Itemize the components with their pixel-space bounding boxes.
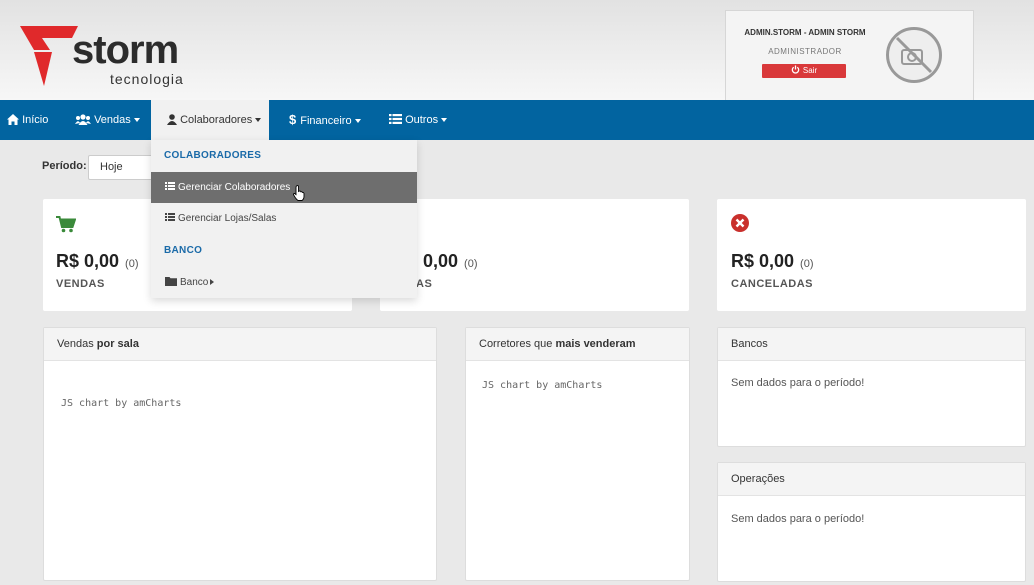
no-camera-icon <box>895 36 933 74</box>
empty-message: Sem dados para o período! <box>731 513 865 525</box>
panel-title-prefix: Vendas <box>57 338 97 350</box>
amcharts-credit-link[interactable]: JS chart by amCharts <box>61 398 181 409</box>
cart-icon <box>56 216 76 233</box>
stat-value: 0,00 (0) <box>423 251 478 272</box>
panel-title: Corretores que mais venderam <box>466 328 689 361</box>
panel-operations: Operações Sem dados para o período! <box>717 462 1026 582</box>
nav-financeiro[interactable]: $ Financeiro <box>289 100 361 140</box>
menu-item-gerenciar-lojas[interactable]: Gerenciar Lojas/Salas <box>151 203 417 234</box>
nav-vendas[interactable]: Vendas <box>75 100 140 140</box>
brand-name: storm <box>72 28 179 72</box>
stat-count: (0) <box>800 258 814 270</box>
period-label: Período: <box>42 160 87 172</box>
nav-vendas-label: Vendas <box>94 114 131 126</box>
menu-item-label: Gerenciar Colaboradores <box>178 182 291 193</box>
user-name: ADMIN.STORM - ADMIN STORM <box>744 28 866 37</box>
nav-colaboradores-label: Colaboradores <box>180 114 253 126</box>
empty-message: Sem dados para o período! <box>731 377 865 389</box>
hand-cursor-icon <box>293 185 305 201</box>
nav-colaboradores[interactable]: Colaboradores <box>151 100 269 140</box>
amcharts-credit-link[interactable]: JS chart by amCharts <box>482 380 602 391</box>
panel-title-bold: por sala <box>96 338 139 350</box>
menu-item-label: Banco <box>180 277 209 288</box>
avatar[interactable] <box>886 27 942 83</box>
panel-title-prefix: Corretores que <box>479 338 556 350</box>
home-icon <box>7 113 19 125</box>
nav-outros-label: Outros <box>405 114 439 126</box>
user-box: ADMIN.STORM - ADMIN STORM ADMINISTRADOR … <box>725 10 974 100</box>
caret-down-icon <box>354 118 361 123</box>
storm-logo[interactable]: storm tecnologia <box>20 20 200 90</box>
logout-label: Sair <box>802 66 818 75</box>
brand-tagline: tecnologia <box>110 71 184 87</box>
menu-item-label: Gerenciar Lojas/Salas <box>178 213 277 224</box>
stat-value: R$ 0,00 (0) <box>731 251 814 272</box>
menu-item-banco[interactable]: Banco <box>151 267 417 298</box>
menu-item-gerenciar-colaboradores[interactable]: Gerenciar Colaboradores <box>151 172 417 203</box>
folder-icon <box>165 277 177 287</box>
dropdown-section-colaboradores: COLABORADORES <box>164 150 262 161</box>
panel-title-bold: mais venderam <box>555 338 636 350</box>
list-icon <box>165 213 175 222</box>
panel-title: Bancos <box>718 328 1025 361</box>
users-icon <box>75 113 91 125</box>
stat-value: R$ 0,00 (0) <box>56 251 139 272</box>
user-icon <box>167 113 177 125</box>
stat-amount: R$ 0,00 <box>56 251 120 271</box>
cancel-icon <box>731 214 749 232</box>
stat-amount: 0,00 <box>423 251 459 271</box>
logout-button[interactable]: Sair <box>762 64 846 78</box>
stat-card-middle: 0,00 (0) AS <box>380 199 689 311</box>
panel-top-brokers: Corretores que mais venderam JS chart by… <box>465 327 690 581</box>
nav-financeiro-label: Financeiro <box>300 115 352 127</box>
panel-sales-by-room: Vendas por sala JS chart by amCharts <box>43 327 437 581</box>
colaboradores-dropdown: COLABORADORES Gerenciar Colaboradores Ge… <box>151 140 417 298</box>
stat-card-canceladas: R$ 0,00 (0) CANCELADAS <box>717 199 1026 311</box>
nav-outros[interactable]: Outros <box>389 100 448 140</box>
user-role: ADMINISTRADOR <box>768 47 842 56</box>
dollar-icon: $ <box>289 112 297 127</box>
nav-inicio[interactable]: Início <box>7 100 48 140</box>
stat-amount: R$ 0,00 <box>731 251 795 271</box>
main-navbar: Início Vendas Colaboradores $ Financeiro … <box>0 100 1034 140</box>
panel-title: Operações <box>718 463 1025 496</box>
list-icon <box>389 114 402 125</box>
list-icon <box>165 182 175 191</box>
storm-logo-mark-icon <box>20 26 78 86</box>
panel-banks: Bancos Sem dados para o período! <box>717 327 1026 447</box>
stat-count: (0) <box>464 258 478 270</box>
caret-right-icon <box>210 278 215 285</box>
caret-down-icon <box>133 117 140 122</box>
nav-inicio-label: Início <box>22 114 49 126</box>
dropdown-section-banco: BANCO <box>164 245 203 256</box>
stat-count: (0) <box>125 258 139 270</box>
panel-title: Vendas por sala <box>44 328 436 361</box>
caret-down-icon <box>441 117 448 122</box>
page-header: storm tecnologia ADMIN.STORM - ADMIN STO… <box>0 0 1034 100</box>
caret-down-icon <box>255 117 262 122</box>
stat-label: AS <box>416 278 433 290</box>
period-value: Hoje <box>100 161 123 173</box>
stat-label: CANCELADAS <box>731 278 813 290</box>
power-icon <box>791 65 800 74</box>
stat-label: VENDAS <box>56 278 105 290</box>
